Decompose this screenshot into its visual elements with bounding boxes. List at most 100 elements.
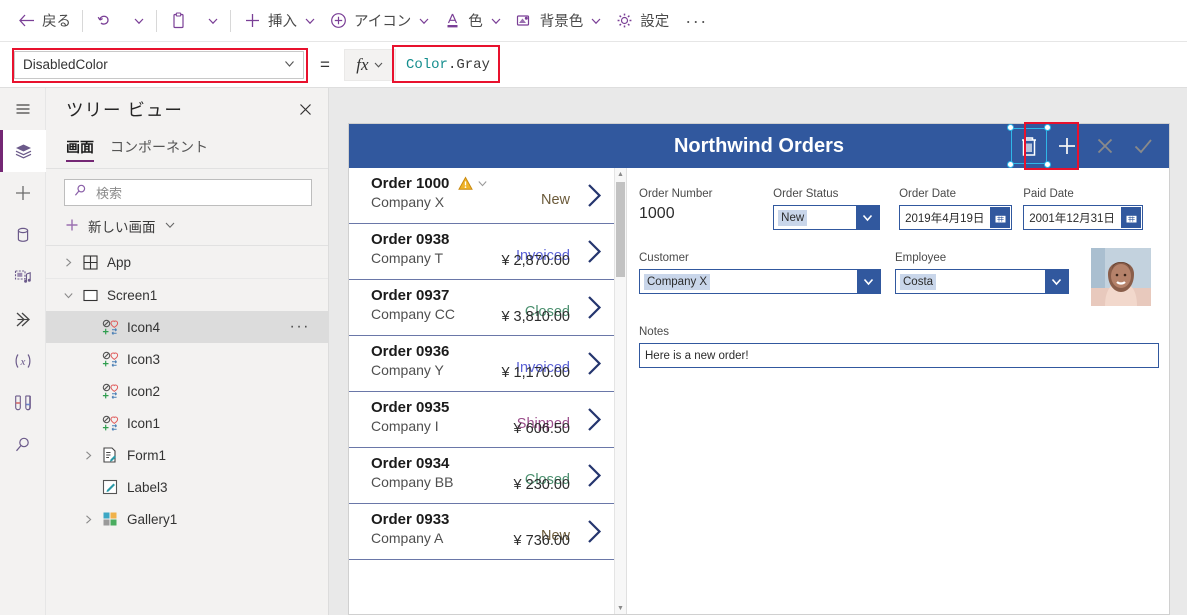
order-detail-form: Order Number 1000 Order Status New Order… <box>639 168 1169 614</box>
divider <box>156 9 157 32</box>
insert-button[interactable]: 挿入 <box>236 0 322 42</box>
scroll-up-arrow-icon[interactable]: ▲ <box>615 168 626 180</box>
background-color-button[interactable]: 背景色 <box>508 0 609 42</box>
resize-handle-tl[interactable] <box>1007 124 1014 131</box>
tab-screens[interactable]: 画面 <box>66 137 94 162</box>
scroll-down-arrow-icon[interactable]: ▼ <box>615 602 626 614</box>
search-icon[interactable] <box>0 424 46 466</box>
formula-input[interactable]: Color .Gray <box>395 49 1187 80</box>
variables-icon[interactable]: x <box>0 340 46 382</box>
chevron-right-icon[interactable] <box>78 450 98 461</box>
tree-node-more-options[interactable]: ··· <box>290 319 310 335</box>
order-status-dropdown[interactable]: New <box>773 205 881 230</box>
employee-dropdown[interactable]: Costa <box>895 269 1069 294</box>
power-automate-icon[interactable] <box>0 298 46 340</box>
property-select[interactable]: DisabledColor <box>14 50 304 79</box>
trash-icon[interactable] <box>1007 124 1051 168</box>
chevron-down-icon[interactable] <box>1045 270 1068 293</box>
gallery-row[interactable]: Order 0935 Shipped Company I ¥ 606.50 <box>349 392 614 448</box>
gallery-row[interactable]: Order 0938 Invoiced Company T ¥ 2,870.00 <box>349 224 614 280</box>
color-button[interactable]: 色 <box>436 0 508 42</box>
test-tubes-icon[interactable] <box>0 382 46 424</box>
gallery-row[interactable]: Order 0933 New Company A ¥ 736.00 <box>349 504 614 560</box>
checkmark-icon[interactable] <box>1125 128 1161 164</box>
customer-dropdown[interactable]: Company X <box>639 269 881 294</box>
order-status-label: New <box>540 192 570 208</box>
chevron-right-icon[interactable] <box>585 406 604 438</box>
hamburger-menu-icon[interactable] <box>0 88 46 130</box>
tree-view-panel: ツリー ビュー 画面 コンポーネント 検索 新しい画面 App Screen1 … <box>46 88 329 615</box>
cancel-x-icon[interactable] <box>1087 128 1123 164</box>
calendar-icon[interactable] <box>1121 207 1142 228</box>
tree-node-label3[interactable]: Label3 <box>46 471 328 503</box>
resize-handle-br[interactable] <box>1044 161 1051 168</box>
chevron-down-icon <box>133 15 145 27</box>
canvas-area[interactable]: Northwind Orders Order 1000 New Company … <box>329 88 1187 615</box>
tree-node-screen1[interactable]: Screen1 <box>46 279 328 311</box>
media-icon[interactable] <box>0 256 46 298</box>
customer-value: Company X <box>644 273 711 290</box>
resize-handle-bl[interactable] <box>1007 161 1014 168</box>
fx-button[interactable]: fx <box>343 48 396 81</box>
undo-button[interactable] <box>88 0 120 42</box>
chevron-right-icon[interactable] <box>585 350 604 382</box>
chevron-right-icon[interactable] <box>585 238 604 270</box>
undo-more-button[interactable] <box>120 0 151 42</box>
field-label: Order Date <box>899 188 956 200</box>
plus-icon[interactable] <box>1049 128 1085 164</box>
tree-node-gallery1[interactable]: Gallery1 <box>46 503 328 535</box>
tab-components[interactable]: コンポーネント <box>110 137 208 162</box>
chevron-right-icon[interactable] <box>585 182 604 214</box>
paste-button[interactable] <box>162 0 194 42</box>
tree-node-icon1[interactable]: Icon1 <box>46 407 328 439</box>
tree-node-app[interactable]: App <box>46 246 328 278</box>
search-input[interactable]: 検索 <box>64 179 312 206</box>
gallery-row[interactable]: Order 0934 Closed Company BB ¥ 230.00 <box>349 448 614 504</box>
gallery-row[interactable]: Order 0936 Invoiced Company Y ¥ 1,170.00 <box>349 336 614 392</box>
chevron-down-icon[interactable] <box>856 206 880 229</box>
gallery-row[interactable]: Order 1000 New Company X <box>349 168 614 224</box>
new-screen-button[interactable]: 新しい画面 <box>46 206 328 245</box>
tree-view-layers-icon[interactable] <box>0 130 46 172</box>
field-order-status: Order Status New <box>773 188 899 230</box>
chevron-down-icon <box>304 15 316 27</box>
toolbar-overflow-button[interactable]: ··· <box>675 12 717 30</box>
app-preview[interactable]: Northwind Orders Order 1000 New Company … <box>348 123 1170 615</box>
tree-node-icon3[interactable]: Icon3 <box>46 343 328 375</box>
chevron-down-icon[interactable] <box>857 270 880 293</box>
orders-gallery[interactable]: Order 1000 New Company X Order 0938 Invoiced… <box>349 168 615 614</box>
icons-button[interactable]: アイコン <box>322 0 436 42</box>
chevron-down-icon <box>418 15 430 27</box>
resize-handle-tr[interactable] <box>1044 124 1051 131</box>
gallery-row[interactable]: Order 0937 Closed Company CC ¥ 3,810.00 <box>349 280 614 336</box>
tree-node-label: Gallery1 <box>127 511 178 527</box>
notes-input[interactable]: Here is a new order! <box>639 343 1159 368</box>
order-date-picker[interactable]: 2019年4月19日 <box>899 205 1013 230</box>
company-label: Company CC <box>371 306 456 322</box>
close-icon[interactable] <box>297 101 314 118</box>
insert-plus-icon[interactable] <box>0 172 46 214</box>
company-label: Company I <box>371 418 439 434</box>
chevron-right-icon[interactable] <box>58 257 78 268</box>
warning-triangle-icon[interactable] <box>458 176 474 191</box>
settings-button[interactable]: 設定 <box>608 0 675 42</box>
tree-node-icon2[interactable]: Icon2 <box>46 375 328 407</box>
tree-node-icon4[interactable]: Icon4 ··· <box>46 311 328 343</box>
icon-control-icon <box>98 382 122 401</box>
paid-date-picker[interactable]: 2001年12月31日 <box>1023 205 1144 230</box>
screen-icon <box>78 287 102 304</box>
chevron-right-icon[interactable] <box>78 514 98 525</box>
chevron-down-icon[interactable] <box>477 178 488 189</box>
scrollbar-thumb[interactable] <box>616 182 625 277</box>
chevron-down-icon <box>283 57 296 73</box>
calendar-icon[interactable] <box>990 207 1011 228</box>
chevron-right-icon[interactable] <box>585 294 604 326</box>
gallery-scrollbar[interactable]: ▲ ▼ <box>615 168 627 614</box>
chevron-down-icon[interactable] <box>58 290 78 301</box>
chevron-right-icon[interactable] <box>585 518 604 550</box>
back-button[interactable]: 戻る <box>10 0 77 42</box>
paste-more-button[interactable] <box>194 0 225 42</box>
data-cylinder-icon[interactable] <box>0 214 46 256</box>
tree-node-form1[interactable]: Form1 <box>46 439 328 471</box>
chevron-right-icon[interactable] <box>585 462 604 494</box>
